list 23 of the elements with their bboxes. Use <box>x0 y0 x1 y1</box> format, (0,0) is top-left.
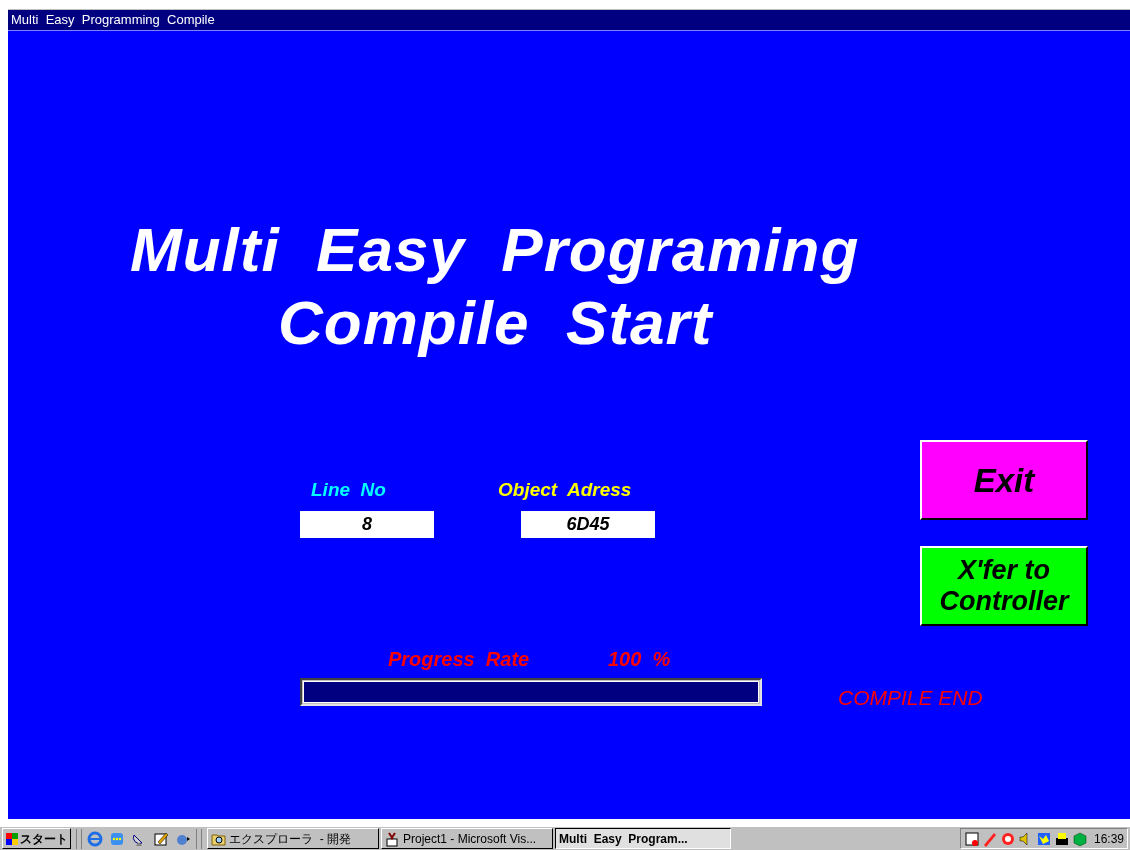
pencil-note-icon[interactable] <box>153 830 169 847</box>
value-field[interactable]: 8 <box>300 511 434 538</box>
taskbar-button[interactable]: エクスプローラ - 開発 <box>207 828 379 849</box>
chat-icon[interactable] <box>109 830 125 847</box>
windows-logo-icon <box>5 831 19 846</box>
taskbar-button[interactable]: Project1 - Microsoft Vis... <box>381 828 553 849</box>
calendar-icon[interactable] <box>963 830 980 847</box>
field-label: Object Adress <box>498 478 632 502</box>
clock: 16:39 <box>1093 830 1124 848</box>
printer-icon[interactable] <box>1053 830 1070 847</box>
start-button[interactable]: スタート <box>2 828 71 849</box>
progress-label: Progress Rate <box>388 647 530 672</box>
taskbar-button[interactable]: Multi Easy Program... <box>555 828 731 849</box>
value-field[interactable]: 6D45 <box>521 511 655 538</box>
status-text: COMPILE END <box>838 685 983 711</box>
network-icon[interactable] <box>1035 830 1052 847</box>
window-title: Multi Easy Programming Compile <box>11 11 215 30</box>
transfer-button[interactable]: X'fer to Controller <box>920 546 1088 626</box>
field-label: Line No <box>311 478 386 502</box>
progress-reading: 100 % <box>608 647 671 672</box>
heading-text: Compile Start <box>278 288 713 358</box>
heading-text: Multi Easy Programing <box>130 215 860 285</box>
exit-button[interactable]: Exit <box>920 440 1088 520</box>
